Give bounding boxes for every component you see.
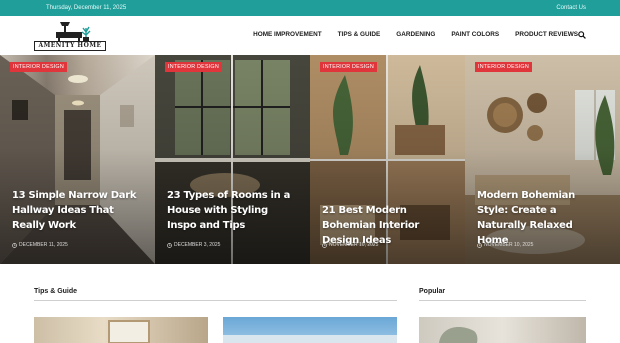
post-title[interactable]: 23 Types of Rooms in a House with Stylin… [167,188,295,233]
clock-icon [322,242,327,248]
post-date-text: DECEMBER 11, 2025 [19,242,68,248]
featured-card[interactable]: INTERIOR DESIGN 23 Types of Rooms in a H… [155,55,310,264]
post-date-text: NOVEMBER 10, 2025 [484,242,534,248]
contact-us-link[interactable]: Contact Us [556,5,586,11]
category-badge[interactable]: INTERIOR DESIGN [475,62,532,72]
main-nav: HOME IMPROVEMENT TIPS & GUIDE GARDENING … [253,31,578,38]
featured-card[interactable]: INTERIOR DESIGN 21 Best Modern Bohemian … [310,55,465,264]
section-divider [34,300,397,301]
category-badge[interactable]: INTERIOR DESIGN [320,62,377,72]
room-thumbnail-image [439,327,478,343]
clock-icon [12,242,17,248]
post-title[interactable]: Modern Bohemian Style: Create a Naturall… [477,188,605,248]
logo-text: AMENITY HOME [34,41,106,51]
post-date-text: NOVEMBER 10, 2025 [329,242,379,248]
section-title-tips[interactable]: Tips & Guide [34,288,77,295]
post-date: DECEMBER 11, 2025 [12,242,68,248]
tips-thumbnail[interactable] [223,317,397,343]
nav-product-reviews[interactable]: PRODUCT REVIEWS [515,31,578,38]
site-logo[interactable]: AMENITY HOME [34,20,106,52]
sky-house-image [223,335,397,343]
clock-icon [167,242,172,248]
post-date: DECEMBER 3, 2025 [167,242,220,248]
category-badge[interactable]: INTERIOR DESIGN [165,62,222,72]
popular-thumbnail[interactable] [419,317,586,343]
post-date: NOVEMBER 10, 2025 [477,242,533,248]
nav-paint-colors[interactable]: PAINT COLORS [451,31,499,38]
post-date-text: DECEMBER 3, 2025 [174,242,221,248]
post-title[interactable]: 13 Simple Narrow Dark Hallway Ideas That… [12,188,140,233]
nav-tips-guide[interactable]: TIPS & GUIDE [338,31,381,38]
tips-thumbnail[interactable] [34,317,208,343]
featured-card[interactable]: INTERIOR DESIGN Modern Bohemian Style: C… [465,55,620,264]
section-title-popular[interactable]: Popular [419,288,445,295]
section-divider [419,300,586,301]
featured-card[interactable]: INTERIOR DESIGN 13 Simple Narrow Dark Ha… [0,55,155,264]
top-bar: Thursday, December 11, 2025 Contact Us [0,0,620,16]
post-date: NOVEMBER 10, 2025 [322,242,378,248]
site-header: AMENITY HOME HOME IMPROVEMENT TIPS & GUI… [0,16,620,55]
search-icon[interactable] [578,31,586,39]
current-date: Thursday, December 11, 2025 [46,5,127,11]
house-furniture-logo-icon [56,22,91,41]
featured-posts: INTERIOR DESIGN 13 Simple Narrow Dark Ha… [0,55,620,264]
frame-image [108,320,150,343]
category-badge[interactable]: INTERIOR DESIGN [10,62,67,72]
clock-icon [477,242,482,248]
nav-gardening[interactable]: GARDENING [396,31,435,38]
nav-home-improvement[interactable]: HOME IMPROVEMENT [253,31,322,38]
